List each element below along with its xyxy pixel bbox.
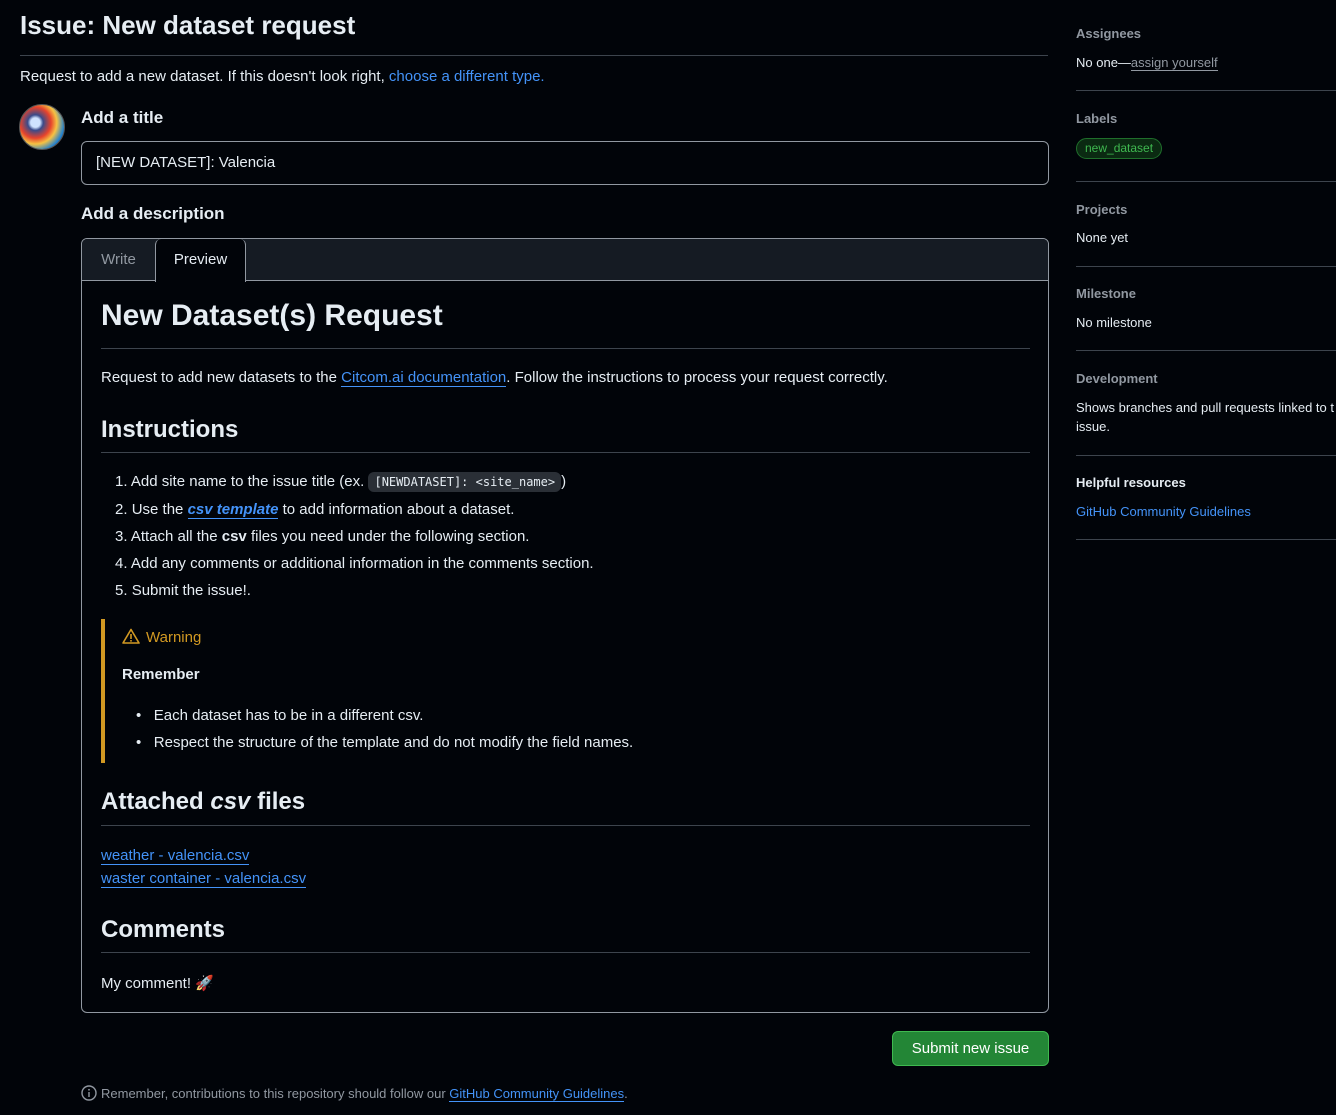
intro-text-end: . Follow the instructions to process you… xyxy=(506,369,888,386)
step-text-end: ) xyxy=(561,473,567,490)
milestone-value: No milestone xyxy=(1076,315,1152,330)
footer-note: Remember, contributions to this reposito… xyxy=(81,1085,628,1102)
assignees-value: No one—assign yourself xyxy=(1076,55,1218,71)
warning-callout-border xyxy=(101,619,105,763)
development-text-1: Shows branches and pull requests linked … xyxy=(1076,400,1334,415)
comment-text: My comment! 🚀 xyxy=(101,975,214,992)
page-title: Issue: New dataset request xyxy=(20,10,356,40)
step-text-end: files you need under the following secti… xyxy=(246,528,530,545)
description-label: Add a description xyxy=(81,204,225,223)
divider xyxy=(1076,90,1336,91)
intro-text: Request to add new datasets to the xyxy=(101,369,342,386)
step-num: 1. xyxy=(115,473,128,490)
divider xyxy=(1076,539,1336,540)
step-num: 3. xyxy=(115,528,128,545)
footer-end: . xyxy=(624,1086,628,1101)
bold-csv: csv xyxy=(221,528,247,545)
warning-title-text: Warning xyxy=(146,629,202,646)
citcom-docs-link[interactable]: Citcom.ai documentation xyxy=(341,369,507,387)
warning-icon xyxy=(122,628,140,644)
step-text: Submit the issue!. xyxy=(131,582,251,599)
csv-template-link[interactable]: csv template xyxy=(187,501,279,519)
divider xyxy=(101,452,1030,453)
page-subtitle: Request to add a new dataset. If this do… xyxy=(20,68,545,85)
divider xyxy=(20,55,1048,56)
comments-heading: Comments xyxy=(101,916,226,943)
divider xyxy=(1076,266,1336,267)
footer-text: Remember, contributions to this reposito… xyxy=(101,1086,450,1101)
warning-bullet-2: • Respect the structure of the template … xyxy=(136,734,634,751)
warning-bullet-1: • Each dataset has to be in a different … xyxy=(136,707,424,724)
description-editor: Write Preview xyxy=(81,238,1049,1013)
step-num: 4. xyxy=(115,555,128,572)
intro-paragraph: Request to add new datasets to the Citco… xyxy=(101,369,888,387)
tab-write[interactable]: Write xyxy=(82,239,155,281)
projects-value: None yet xyxy=(1076,230,1129,245)
inline-code: [NEWDATASET]: <site_name> xyxy=(368,472,562,492)
step-2: 2. Use the csv template to add informati… xyxy=(115,501,515,519)
labels-heading[interactable]: Labels xyxy=(1076,111,1117,126)
avatar xyxy=(19,104,65,150)
step-text: Add site name to the issue title (ex. xyxy=(130,473,369,490)
development-heading[interactable]: Development xyxy=(1076,371,1158,386)
assignees-text: No one— xyxy=(1076,55,1131,70)
submit-new-issue-button[interactable]: Submit new issue xyxy=(892,1031,1049,1066)
divider xyxy=(1076,350,1336,351)
file-link-weather[interactable]: weather - valencia.csv xyxy=(101,847,250,865)
development-text-2: issue. xyxy=(1076,419,1110,434)
heading-em: csv xyxy=(210,788,251,815)
divider xyxy=(1076,181,1336,182)
step-text-end: to add information about a dataset. xyxy=(278,501,515,518)
step-text: Attach all the xyxy=(130,528,222,545)
divider xyxy=(101,348,1030,349)
title-label: Add a title xyxy=(81,108,164,127)
file-link-waste-container[interactable]: waster container - valencia.csv xyxy=(101,870,307,888)
divider xyxy=(1076,455,1336,456)
tab-preview[interactable]: Preview xyxy=(155,239,246,282)
milestone-heading[interactable]: Milestone xyxy=(1076,286,1136,301)
step-1: 1. Add site name to the issue title (ex.… xyxy=(115,472,567,492)
projects-heading[interactable]: Projects xyxy=(1076,202,1127,217)
resources-heading: Helpful resources xyxy=(1076,475,1186,490)
step-num: 2. xyxy=(115,501,128,518)
step-5: 5. Submit the issue!. xyxy=(115,582,251,599)
assignees-heading[interactable]: Assignees xyxy=(1076,26,1141,41)
warning-title: Warning xyxy=(122,628,201,646)
step-4: 4. Add any comments or additional inform… xyxy=(115,555,594,572)
heading-text-end: files xyxy=(250,788,306,815)
step-3: 3. Attach all the csv files you need und… xyxy=(115,528,529,545)
footer-guidelines-link[interactable]: GitHub Community Guidelines xyxy=(449,1086,625,1102)
preview-h1: New Dataset(s) Request xyxy=(101,299,443,332)
bullet-text: Respect the structure of the template an… xyxy=(153,734,634,751)
divider xyxy=(101,952,1030,953)
step-text: Use the xyxy=(131,501,188,518)
title-value: [NEW DATASET]: Valencia xyxy=(96,154,276,171)
step-num: 5. xyxy=(115,582,128,599)
heading-text: Attached xyxy=(101,788,211,815)
divider xyxy=(101,825,1030,826)
title-input[interactable]: [NEW DATASET]: Valencia xyxy=(81,141,1049,185)
warning-heading: Remember xyxy=(122,666,200,683)
subtitle-text: Request to add a new dataset. If this do… xyxy=(20,68,389,85)
choose-type-link[interactable]: choose a different type. xyxy=(389,68,545,85)
instructions-heading: Instructions xyxy=(101,416,239,443)
attached-heading: Attached csv files xyxy=(101,788,305,816)
bullet-text: Each dataset has to be in a different cs… xyxy=(153,707,424,724)
info-icon xyxy=(81,1085,97,1101)
label-new-dataset[interactable]: new_dataset xyxy=(1076,138,1163,159)
step-text: Add any comments or additional informati… xyxy=(130,555,594,572)
community-guidelines-link[interactable]: GitHub Community Guidelines xyxy=(1076,504,1251,519)
assign-yourself-link[interactable]: assign yourself xyxy=(1130,55,1218,71)
